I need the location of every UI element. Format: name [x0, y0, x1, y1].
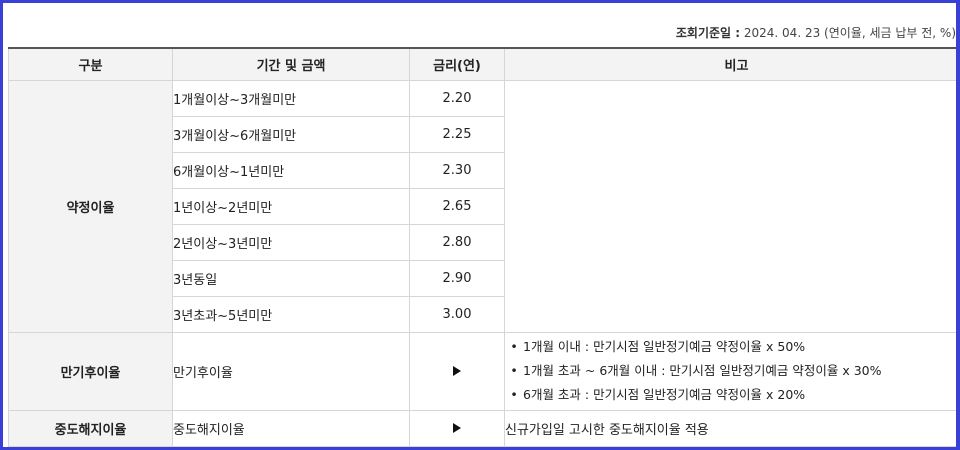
- table-row-maturity: 만기후이율 만기후이율 • 1개월 이내 : 만기시점 일반정기예금 약정이율 x…: [8, 331, 956, 411]
- early-termination-note: 신규가입일 고시한 중도해지이율 적용: [504, 409, 956, 447]
- period-cell: 3년초과~5년미만: [172, 295, 410, 333]
- period-cell: 3개월이상~6개월미만: [172, 115, 410, 153]
- period-cell: 3년동일: [172, 259, 410, 297]
- rate-cell: [409, 331, 505, 411]
- list-item: • 1개월 이내 : 만기시점 일반정기예금 약정이율 x 50%: [505, 335, 956, 359]
- maturity-note-list: • 1개월 이내 : 만기시점 일반정기예금 약정이율 x 50% • 1개월 초과…: [505, 335, 956, 407]
- bullet-icon: •: [510, 363, 518, 378]
- table-header-row: 구분 기간 및 금액 금리(연) 비고: [8, 47, 956, 81]
- bullet-icon: •: [510, 339, 518, 354]
- note-cell-empty: [504, 79, 956, 333]
- period-cell: 만기후이율: [172, 331, 410, 411]
- rate-cell: 2.90: [409, 259, 505, 297]
- table-row: 약정이율 1개월이상~3개월미만 2.20: [8, 79, 956, 333]
- table-row-early-termination: 중도해지이율 중도해지이율 신규가입일 고시한 중도해지이율 적용: [8, 409, 956, 447]
- period-cell: 2년이상~3년미만: [172, 223, 410, 261]
- rate-cell: 3.00: [409, 295, 505, 333]
- inquiry-date-label: 조회기준일 :: [675, 26, 741, 40]
- rate-cell: 2.80: [409, 223, 505, 261]
- category-contract-rate: 약정이율: [8, 79, 173, 333]
- category-maturity-rate: 만기후이율: [8, 331, 173, 411]
- period-cell: 중도해지이율: [172, 409, 410, 447]
- category-early-termination-rate: 중도해지이율: [8, 409, 173, 447]
- period-cell: 1개월이상~3개월미만: [172, 79, 410, 117]
- play-triangle-icon: [453, 423, 461, 433]
- rate-cell: 2.25: [409, 115, 505, 153]
- rate-cell: 2.20: [409, 79, 505, 117]
- list-item: • 6개월 초과 : 만기시점 일반정기예금 약정이율 x 20%: [505, 383, 956, 407]
- header-note: 비고: [504, 47, 956, 81]
- bullet-icon: •: [510, 387, 518, 402]
- header-rate: 금리(연): [409, 47, 505, 81]
- rate-table-panel: 조회기준일 : 2024. 04. 23 (연이율, 세금 납부 전, %) 구…: [0, 0, 960, 450]
- inquiry-date: 조회기준일 : 2024. 04. 23 (연이율, 세금 납부 전, %): [676, 24, 956, 41]
- inquiry-date-value: 2024. 04. 23 (연이율, 세금 납부 전, %): [743, 26, 956, 40]
- rate-cell: 2.65: [409, 187, 505, 225]
- list-item: • 1개월 초과 ~ 6개월 이내 : 만기시점 일반정기예금 약정이율 x 30…: [505, 359, 956, 383]
- maturity-note-cell: • 1개월 이내 : 만기시점 일반정기예금 약정이율 x 50% • 1개월 초과…: [504, 331, 956, 411]
- rate-cell: 2.30: [409, 151, 505, 189]
- period-cell: 1년이상~2년미만: [172, 187, 410, 225]
- header-category: 구분: [8, 47, 173, 81]
- interest-rate-table: 구분 기간 및 금액 금리(연) 비고 약정이율 1개월이상~3개월미만 2.2…: [8, 47, 956, 447]
- rate-cell: [409, 409, 505, 447]
- period-cell: 6개월이상~1년미만: [172, 151, 410, 189]
- header-period: 기간 및 금액: [172, 47, 410, 81]
- play-triangle-icon: [453, 366, 461, 376]
